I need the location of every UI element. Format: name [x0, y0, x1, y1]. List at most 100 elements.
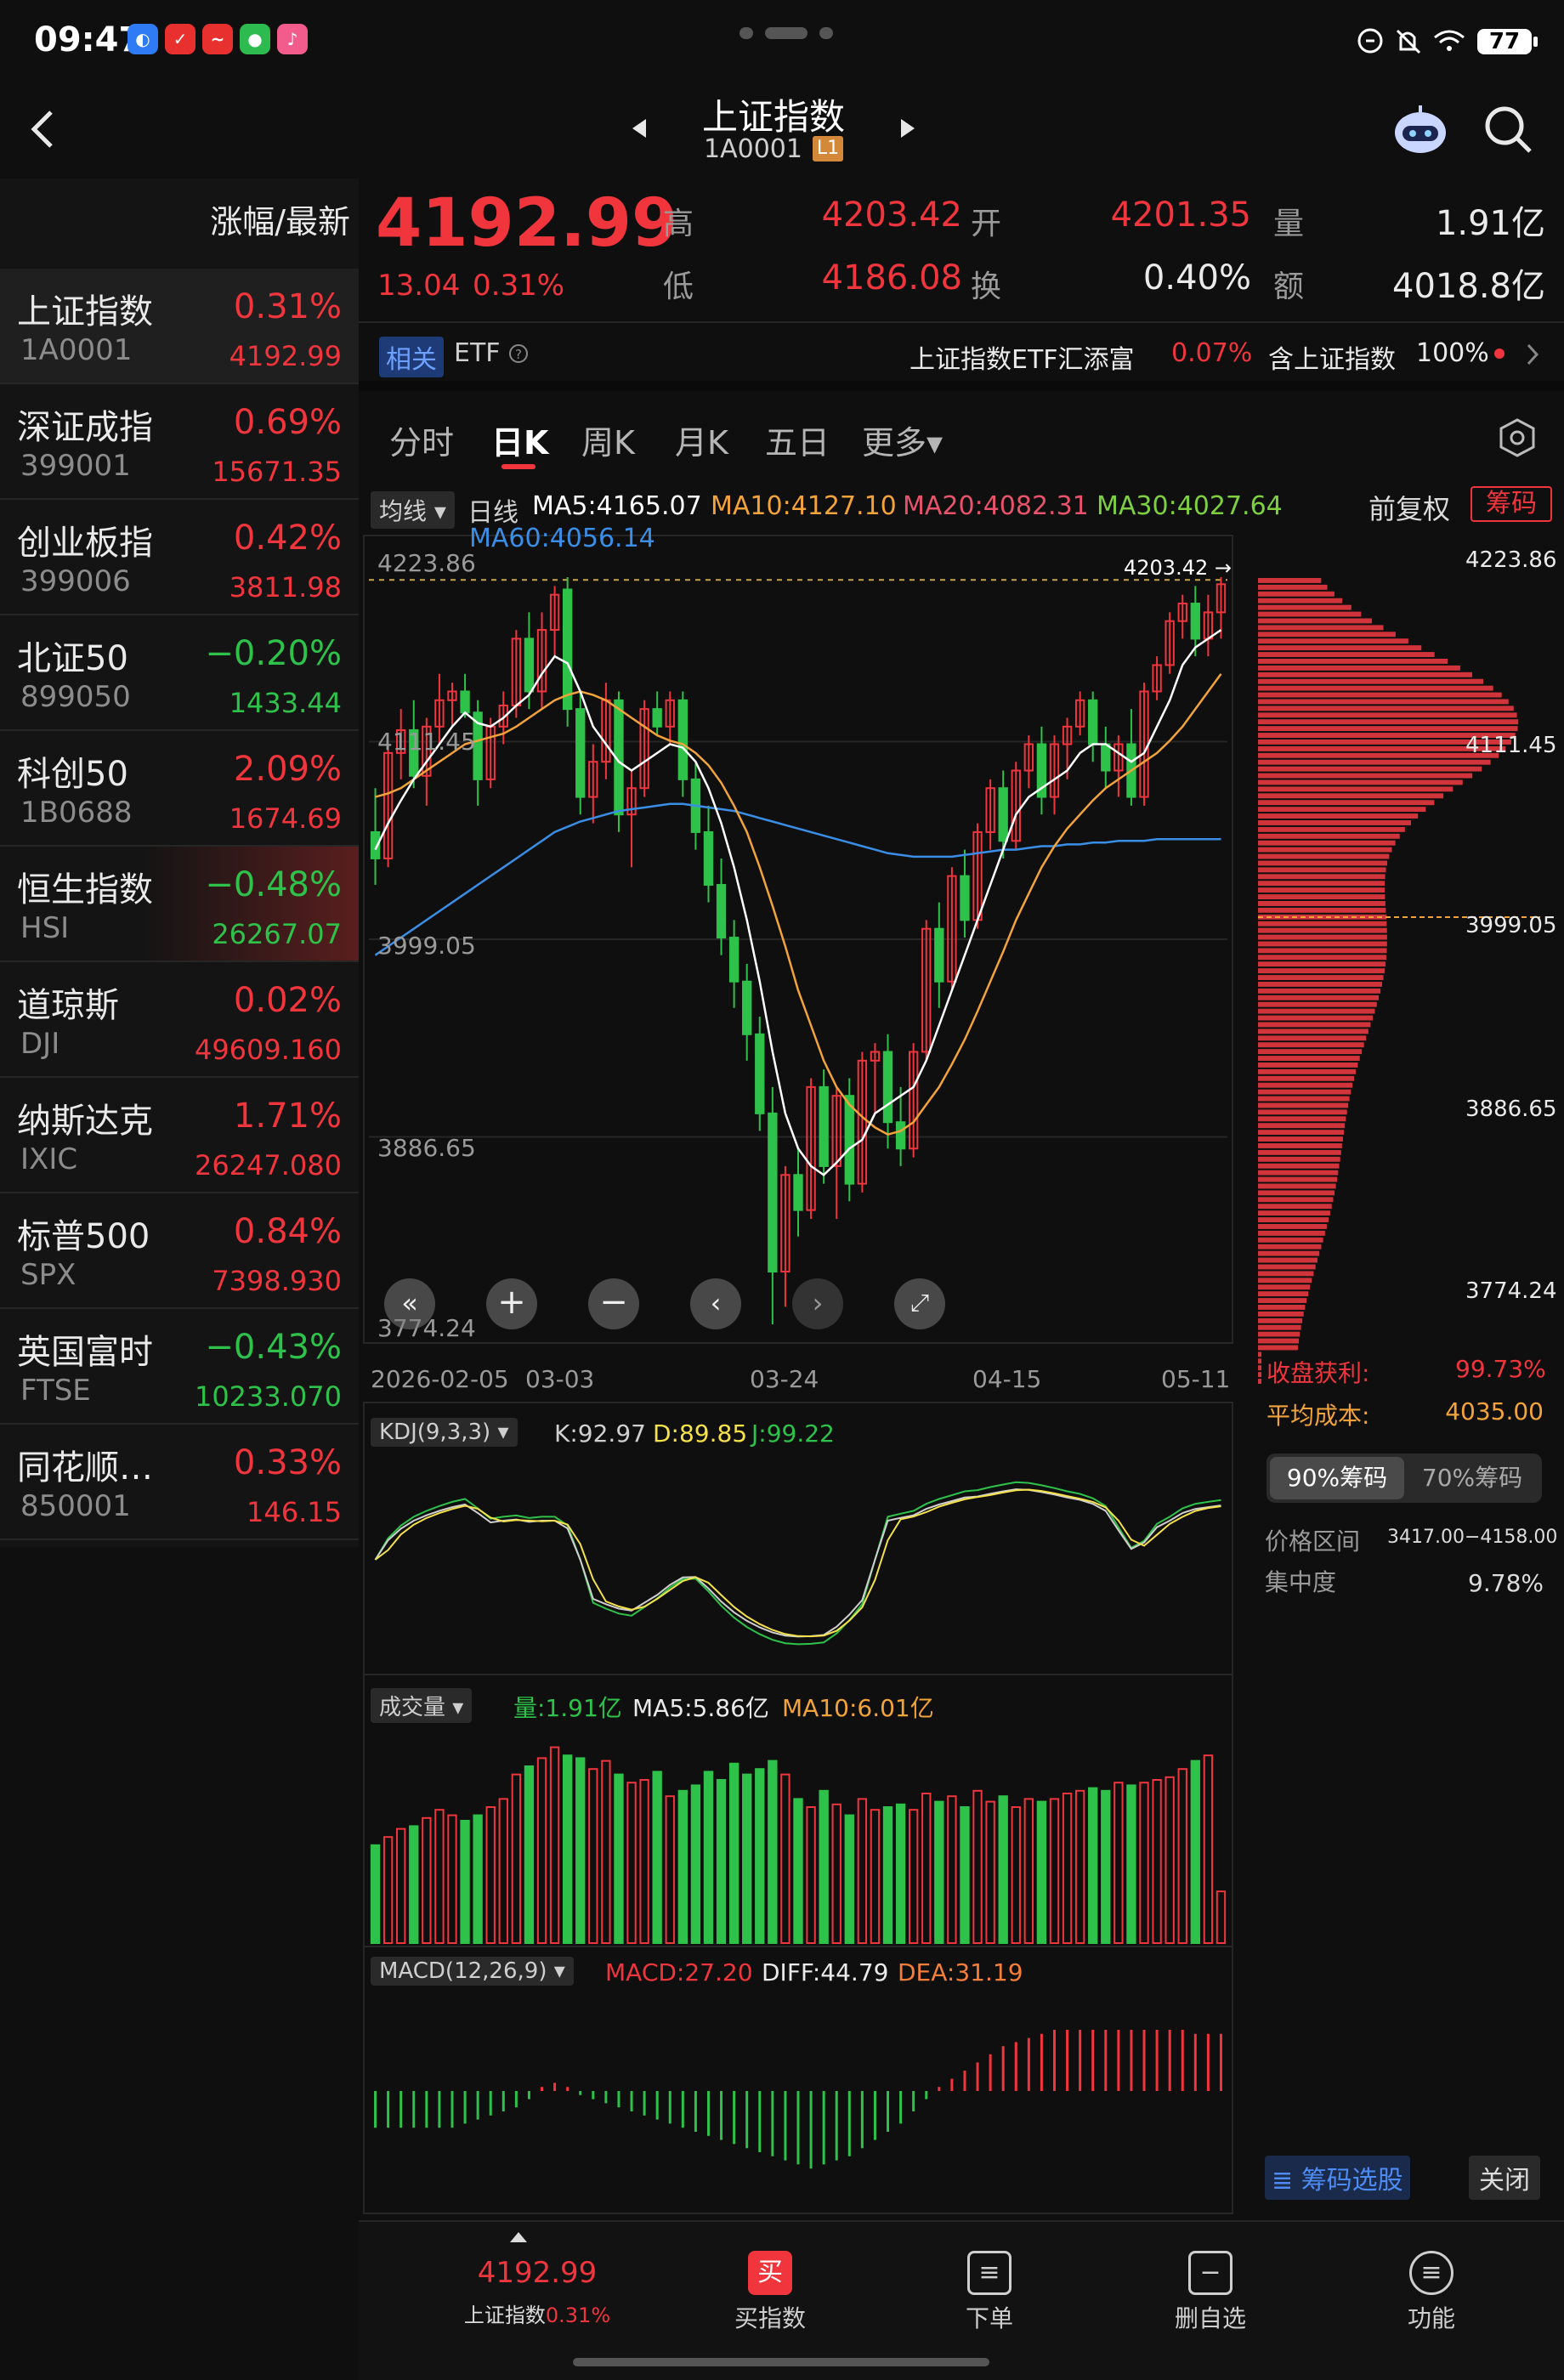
collapse-up-icon[interactable]	[508, 2229, 529, 2244]
volume-bar	[447, 1814, 457, 1944]
volume-name: 成交量	[379, 1695, 446, 1720]
next-stock-icon[interactable]	[898, 116, 918, 141]
list-item[interactable]: 创业板指 399006 0.42% 3811.98	[0, 500, 359, 615]
list-item-code: 1A0001	[20, 333, 133, 367]
adjust-label[interactable]: 前复权	[1368, 488, 1450, 527]
etf-fund-name[interactable]: 上证指数ETF汇添富	[910, 338, 1135, 376]
prev-stock-icon[interactable]	[629, 116, 649, 141]
drag-handle-icon[interactable]	[740, 27, 833, 39]
order-button[interactable]: ≡ 下单	[913, 2239, 1066, 2334]
volume-bar	[588, 1768, 598, 1944]
help-icon[interactable]: ?	[508, 343, 529, 364]
kdj-selector[interactable]: KDJ(9,3,3) ▾	[371, 1418, 518, 1447]
list-item[interactable]: 北证50 899050 −0.20% 1433.44	[0, 615, 359, 731]
volume-selector[interactable]: 成交量 ▾	[371, 1688, 473, 1723]
scroll-left-button[interactable]: ‹	[690, 1278, 741, 1329]
tab-5[interactable]: 更多▾	[862, 416, 943, 463]
scroll-right-button[interactable]: ›	[792, 1278, 843, 1329]
volume-bar	[575, 1757, 586, 1945]
settings-hex-icon[interactable]	[1496, 416, 1538, 459]
functions-button[interactable]: ≡ 功能	[1355, 2239, 1508, 2334]
order-label: 下单	[965, 2304, 1013, 2332]
volume-ma10: MA10:6.01亿	[782, 1694, 934, 1722]
chip-axis-top: 4223.86	[1465, 547, 1557, 573]
candle-body	[703, 830, 714, 886]
search-icon[interactable]	[1481, 102, 1535, 156]
y-label-4: 3886.65	[377, 1134, 476, 1162]
list-item[interactable]: 道琼斯 DJI 0.02% 49609.160	[0, 962, 359, 1078]
list-item[interactable]: 深证成指 399001 0.69% 15671.35	[0, 384, 359, 500]
list-item[interactable]: 同花顺… 850001 0.33% 146.15	[0, 1425, 359, 1540]
close-chips-button[interactable]: 关闭	[1469, 2156, 1540, 2200]
chip-bar	[1258, 1291, 1309, 1297]
chip-bar	[1258, 712, 1517, 718]
tab-4[interactable]: 五日	[765, 416, 830, 463]
list-sort-header[interactable]: 涨幅/最新	[210, 196, 350, 242]
list-item-name: 上证指数	[17, 292, 153, 332]
candle-body	[934, 927, 944, 983]
tab-90-chips[interactable]: 90%筹码	[1270, 1457, 1404, 1499]
chip-bar	[1258, 1278, 1312, 1284]
date-label-2: 03-03	[525, 1365, 595, 1393]
robot-assistant-icon[interactable]	[1391, 102, 1450, 158]
volume-bar	[819, 1789, 829, 1945]
fullscreen-button[interactable]: ⤢	[894, 1278, 945, 1329]
chip-bar	[1258, 927, 1387, 933]
chip-bar	[1258, 1284, 1311, 1290]
kdj-j: J:99.22	[751, 1420, 835, 1448]
chip-bar	[1258, 1001, 1377, 1007]
mute-bell-icon	[1396, 29, 1421, 54]
list-item-price: 146.15	[246, 1496, 342, 1528]
volume-bar	[1126, 1784, 1136, 1945]
tab-0[interactable]: 分时	[389, 416, 454, 463]
chevron-right-icon[interactable]	[1525, 342, 1542, 367]
list-item[interactable]: 科创50 1B0688 2.09% 1674.69	[0, 731, 359, 847]
zoom-out-button[interactable]: −	[588, 1278, 639, 1329]
macd-selector[interactable]: MACD(12,26,9) ▾	[371, 1957, 574, 1986]
chips-toggle-button[interactable]: 筹码	[1470, 486, 1552, 522]
volume-bar	[677, 1789, 688, 1945]
chip-bar	[1258, 672, 1473, 677]
amount-value: 4018.8亿	[1392, 267, 1545, 306]
tab-3[interactable]: 月K	[675, 416, 728, 463]
ma-selector[interactable]: 均线 ▾	[371, 491, 455, 529]
concentration-label: 集中度	[1265, 1568, 1337, 1596]
remove-watchlist-button[interactable]: − 删自选	[1134, 2239, 1287, 2334]
list-item-price: 1433.44	[229, 687, 342, 719]
list-item[interactable]: 恒生指数 HSI −0.48% 26267.07	[0, 847, 359, 962]
chip-bar	[1258, 1204, 1332, 1210]
wechat-icon: ●	[240, 24, 270, 54]
rewind-button[interactable]: «	[384, 1278, 435, 1329]
tab-1[interactable]: 日K	[491, 416, 548, 463]
related-etf-bar[interactable]: 相关 ETF ? 上证指数ETF汇添富 0.07% 含上证指数 100%	[359, 323, 1564, 391]
candle-body	[742, 980, 752, 1035]
chip-bar	[1258, 1062, 1358, 1068]
chip-bar	[1258, 1257, 1318, 1263]
kline-chart-area[interactable]: 均线 ▾ 日线 MA5:4165.07 MA10:4127.10 MA20:40…	[359, 476, 1283, 2218]
chip-bar	[1258, 1015, 1373, 1021]
list-item[interactable]: 英国富时 FTSE −0.43% 10233.070	[0, 1309, 359, 1425]
home-indicator[interactable]	[573, 2358, 989, 2366]
list-item-code: 899050	[20, 680, 131, 714]
chip-bar	[1258, 894, 1386, 899]
volume-bar	[562, 1754, 573, 1944]
back-icon[interactable]	[26, 104, 60, 155]
chip-bar	[1258, 1331, 1300, 1337]
chip-bar	[1258, 1311, 1304, 1317]
buy-index-button[interactable]: 买 买指数	[694, 2239, 847, 2334]
chip-bar	[1258, 604, 1352, 610]
tab-70-chips[interactable]: 70%筹码	[1406, 1457, 1538, 1499]
volume-bar	[1190, 1760, 1200, 1944]
chip-bar	[1258, 1163, 1340, 1169]
tab-2[interactable]: 周K	[581, 416, 635, 463]
list-item[interactable]: 上证指数 1A0001 0.31% 4192.99	[0, 269, 359, 384]
volume-bar	[831, 1803, 842, 1945]
chip-select-button[interactable]: ≣ 筹码选股	[1265, 2156, 1410, 2200]
period-tabs: 分时 日K 周K 月K 五日 更多▾	[359, 391, 1564, 476]
list-item[interactable]: 纳斯达克 IXIC 1.71% 26247.080	[0, 1078, 359, 1193]
kdj-name: KDJ(9,3,3)	[379, 1420, 491, 1445]
chip-bar	[1258, 968, 1385, 974]
list-item[interactable]: 标普500 SPX 0.84% 7398.930	[0, 1193, 359, 1309]
zoom-in-button[interactable]: +	[486, 1278, 537, 1329]
chip-bar	[1258, 1028, 1368, 1034]
